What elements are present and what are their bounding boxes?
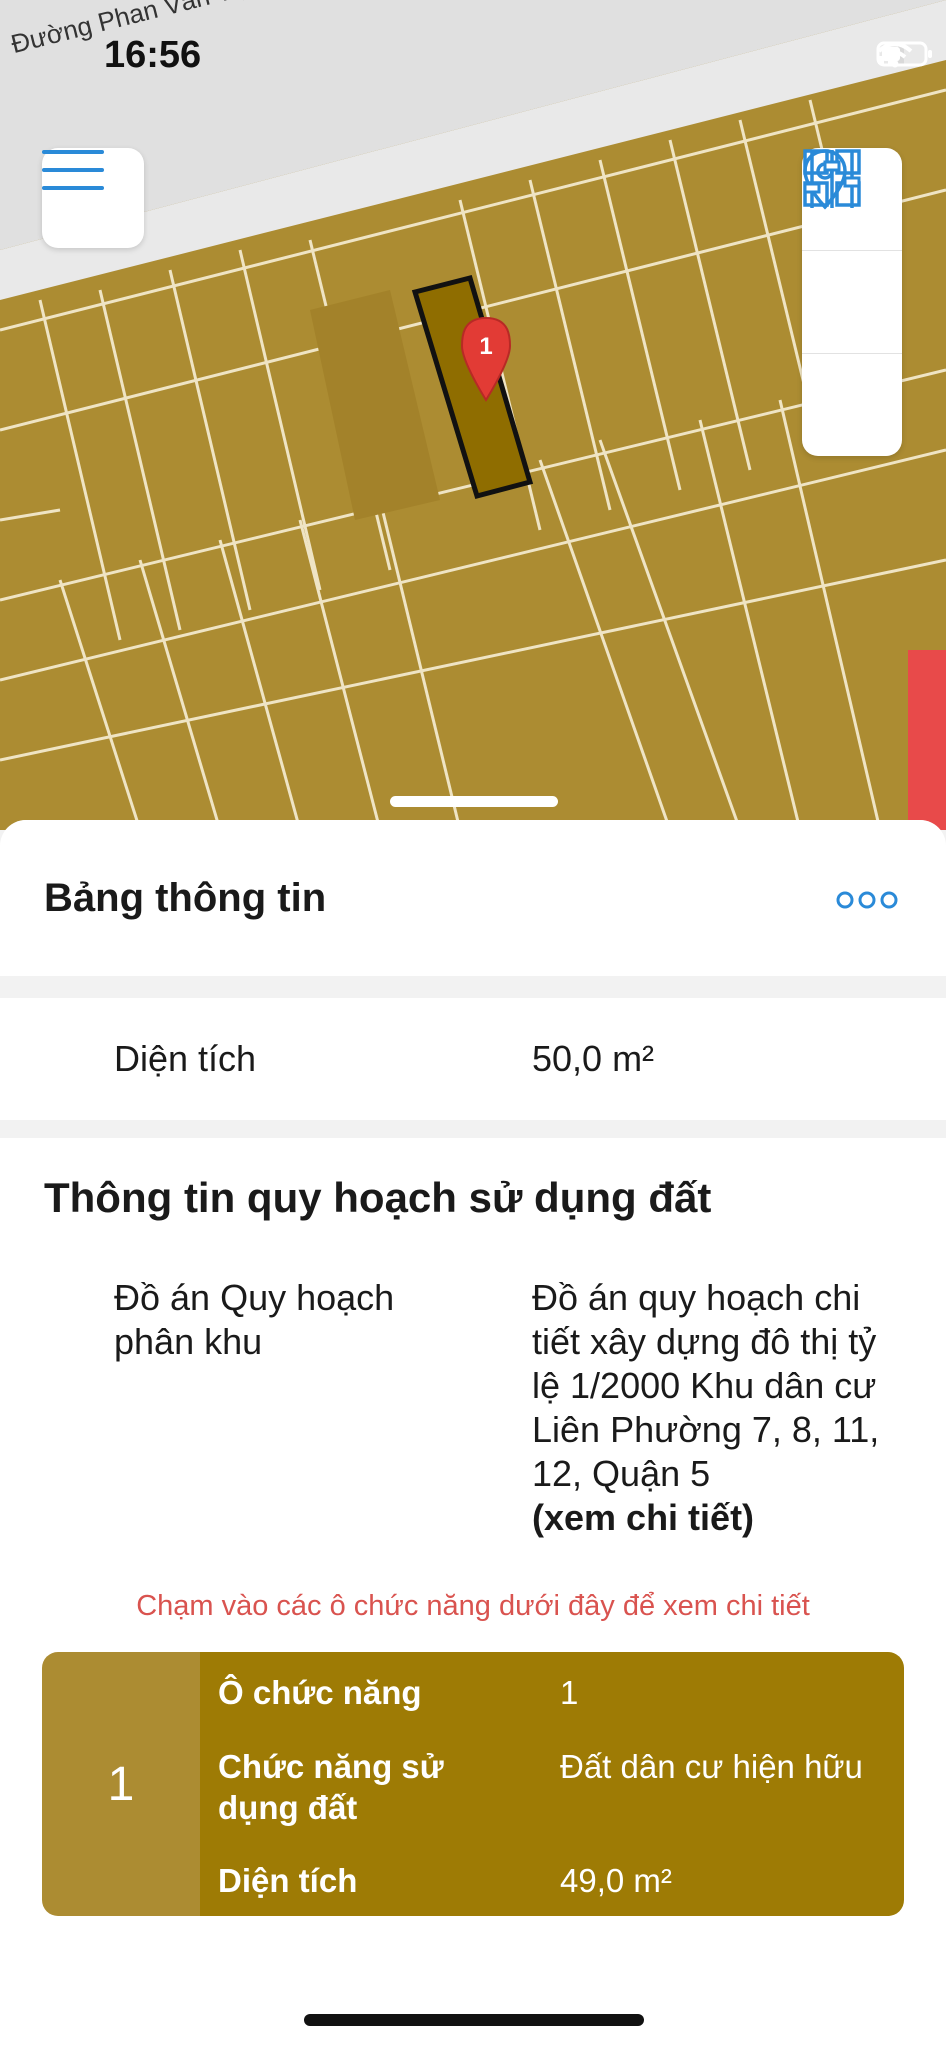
function-card-value: Đất dân cư hiện hữu	[560, 1748, 863, 1785]
plan-value: Đồ án quy hoạch chi tiết xây dựng đô thị…	[532, 1276, 912, 1540]
info-sheet: Bảng thông tin Diện tích 50,0 m² Thông t…	[0, 820, 946, 2048]
plan-label: Đồ án Quy hoạch phân khu	[114, 1277, 395, 1362]
plan-detail-link[interactable]: (xem chi tiết)	[532, 1496, 912, 1540]
sheet-drag-handle[interactable]	[390, 796, 558, 807]
sheet-header: Bảng thông tin	[0, 820, 946, 976]
function-card-label: Diện tích	[218, 1862, 358, 1899]
map-view[interactable]: 1 Đường Phan Văn Trị 16:56	[0, 0, 946, 830]
hint-text: Chạm vào các ô chức năng dưới đây để xem…	[136, 1590, 810, 1622]
selected-parcel[interactable]	[411, 274, 534, 500]
planning-section: Thông tin quy hoạch sử dụng đất Đồ án Qu…	[0, 1138, 946, 2048]
menu-icon	[42, 150, 104, 190]
sliders-icon	[803, 150, 861, 208]
function-card-value: 49,0 m²	[560, 1862, 672, 1899]
home-indicator	[304, 2014, 644, 2026]
function-card-label: Ô chức năng	[218, 1674, 422, 1711]
function-card[interactable]: 1 Ô chức năng 1 Chức năng sử dụng đất Đấ…	[42, 1652, 904, 1916]
function-card-label: Chức năng sử dụng đất	[218, 1748, 444, 1826]
function-card-index: 1	[42, 1652, 200, 1916]
function-card-details: Ô chức năng 1 Chức năng sử dụng đất Đất …	[200, 1652, 904, 1916]
zone-red	[908, 650, 946, 830]
battery-icon	[876, 41, 932, 67]
function-card-value: 1	[560, 1674, 579, 1711]
planning-title: Thông tin quy hoạch sử dụng đất	[44, 1174, 712, 1221]
more-dots-icon	[836, 891, 898, 909]
area-label: Diện tích	[114, 1038, 257, 1079]
map-marker-label: 1	[479, 333, 492, 360]
area-value: 50,0 m²	[532, 1038, 655, 1079]
plan-value-text: Đồ án quy hoạch chi tiết xây dựng đô thị…	[532, 1277, 880, 1494]
filter-button[interactable]	[802, 150, 902, 456]
sheet-title: Bảng thông tin	[44, 876, 327, 920]
area-row: Diện tích 50,0 m²	[0, 998, 946, 1120]
menu-button[interactable]	[42, 148, 144, 248]
status-time: 16:56	[104, 34, 202, 76]
locate-button[interactable]	[802, 149, 902, 353]
map-tool-panel	[802, 148, 902, 456]
more-options-button[interactable]	[836, 890, 898, 915]
